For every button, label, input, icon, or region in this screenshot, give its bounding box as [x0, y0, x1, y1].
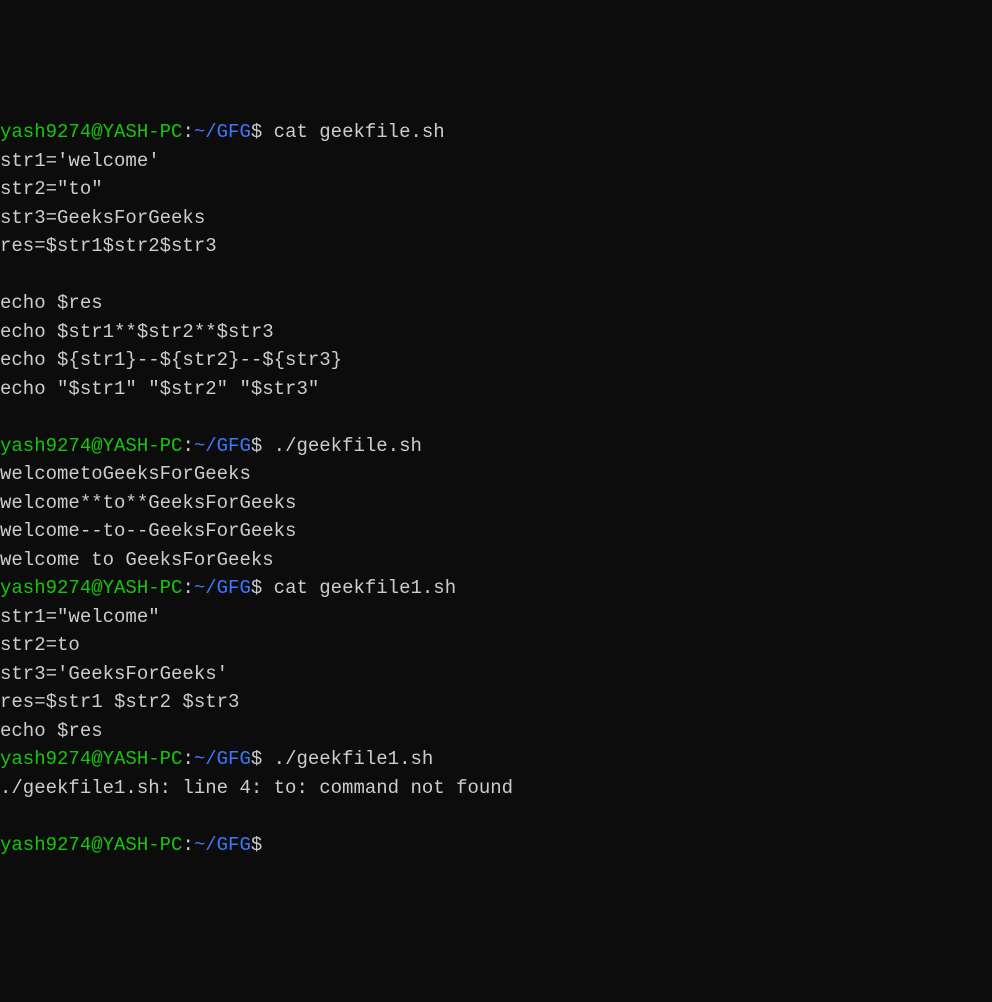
output-text [0, 406, 11, 428]
terminal-line: echo ${str1}--${str2}--${str3} [0, 346, 992, 375]
terminal-line [0, 403, 992, 432]
terminal-line: str2=to [0, 631, 992, 660]
terminal-line: welcome**to**GeeksForGeeks [0, 489, 992, 518]
terminal-line: yash9274@YASH-PC:~/GFG$ cat geekfile1.sh [0, 574, 992, 603]
prompt-user: yash9274@YASH-PC [0, 435, 182, 457]
prompt-colon: : [182, 121, 193, 143]
terminal-line: yash9274@YASH-PC:~/GFG$ ./geekfile.sh [0, 432, 992, 461]
prompt-path: ~/GFG [194, 435, 251, 457]
prompt-colon: : [182, 435, 193, 457]
output-text: str1='welcome' [0, 150, 160, 172]
prompt-dollar: $ [251, 748, 262, 770]
prompt-dollar: $ [251, 435, 262, 457]
output-text: str2=to [0, 634, 80, 656]
command-text: ./geekfile.sh [262, 435, 422, 457]
terminal-line: str3='GeeksForGeeks' [0, 660, 992, 689]
prompt-user: yash9274@YASH-PC [0, 577, 182, 599]
terminal-line: yash9274@YASH-PC:~/GFG$ ./geekfile1.sh [0, 745, 992, 774]
command-text: ./geekfile1.sh [262, 748, 433, 770]
output-text: ./geekfile1.sh: line 4: to: command not … [0, 777, 513, 799]
terminal-line: res=$str1$str2$str3 [0, 232, 992, 261]
terminal-line: ./geekfile1.sh: line 4: to: command not … [0, 774, 992, 803]
output-text: echo ${str1}--${str2}--${str3} [0, 349, 342, 371]
prompt-path: ~/GFG [194, 121, 251, 143]
terminal-line: welcome to GeeksForGeeks [0, 546, 992, 575]
prompt-colon: : [182, 834, 193, 856]
output-text: str1="welcome" [0, 606, 160, 628]
terminal-line: welcome--to--GeeksForGeeks [0, 517, 992, 546]
terminal-output[interactable]: yash9274@YASH-PC:~/GFG$ cat geekfile.shs… [0, 118, 992, 859]
prompt-user: yash9274@YASH-PC [0, 748, 182, 770]
output-text: str3=GeeksForGeeks [0, 207, 205, 229]
terminal-line: res=$str1 $str2 $str3 [0, 688, 992, 717]
output-text: welcome to GeeksForGeeks [0, 549, 274, 571]
output-text [0, 264, 11, 286]
command-text: cat geekfile1.sh [262, 577, 456, 599]
terminal-line: str3=GeeksForGeeks [0, 204, 992, 233]
output-text: echo $res [0, 292, 103, 314]
prompt-path: ~/GFG [194, 748, 251, 770]
terminal-line: echo "$str1" "$str2" "$str3" [0, 375, 992, 404]
prompt-path: ~/GFG [194, 834, 251, 856]
prompt-user: yash9274@YASH-PC [0, 834, 182, 856]
prompt-user: yash9274@YASH-PC [0, 121, 182, 143]
prompt-dollar: $ [251, 834, 262, 856]
output-text: res=$str1$str2$str3 [0, 235, 217, 257]
output-text: welcome--to--GeeksForGeeks [0, 520, 296, 542]
terminal-line [0, 802, 992, 831]
output-text: echo $str1**$str2**$str3 [0, 321, 274, 343]
prompt-colon: : [182, 748, 193, 770]
terminal-line: welcometoGeeksForGeeks [0, 460, 992, 489]
prompt-dollar: $ [251, 121, 262, 143]
output-text: echo "$str1" "$str2" "$str3" [0, 378, 319, 400]
prompt-colon: : [182, 577, 193, 599]
terminal-line: yash9274@YASH-PC:~/GFG$ [0, 831, 992, 860]
terminal-line: echo $res [0, 717, 992, 746]
terminal-line: str2="to" [0, 175, 992, 204]
terminal-line: str1='welcome' [0, 147, 992, 176]
output-text: echo $res [0, 720, 103, 742]
output-text: res=$str1 $str2 $str3 [0, 691, 239, 713]
output-text: str3='GeeksForGeeks' [0, 663, 228, 685]
prompt-path: ~/GFG [194, 577, 251, 599]
output-text [0, 805, 11, 827]
terminal-line: str1="welcome" [0, 603, 992, 632]
terminal-line: yash9274@YASH-PC:~/GFG$ cat geekfile.sh [0, 118, 992, 147]
output-text: welcometoGeeksForGeeks [0, 463, 251, 485]
output-text: str2="to" [0, 178, 103, 200]
output-text: welcome**to**GeeksForGeeks [0, 492, 296, 514]
terminal-line: echo $str1**$str2**$str3 [0, 318, 992, 347]
command-text: cat geekfile.sh [262, 121, 444, 143]
terminal-line: echo $res [0, 289, 992, 318]
terminal-line [0, 261, 992, 290]
prompt-dollar: $ [251, 577, 262, 599]
